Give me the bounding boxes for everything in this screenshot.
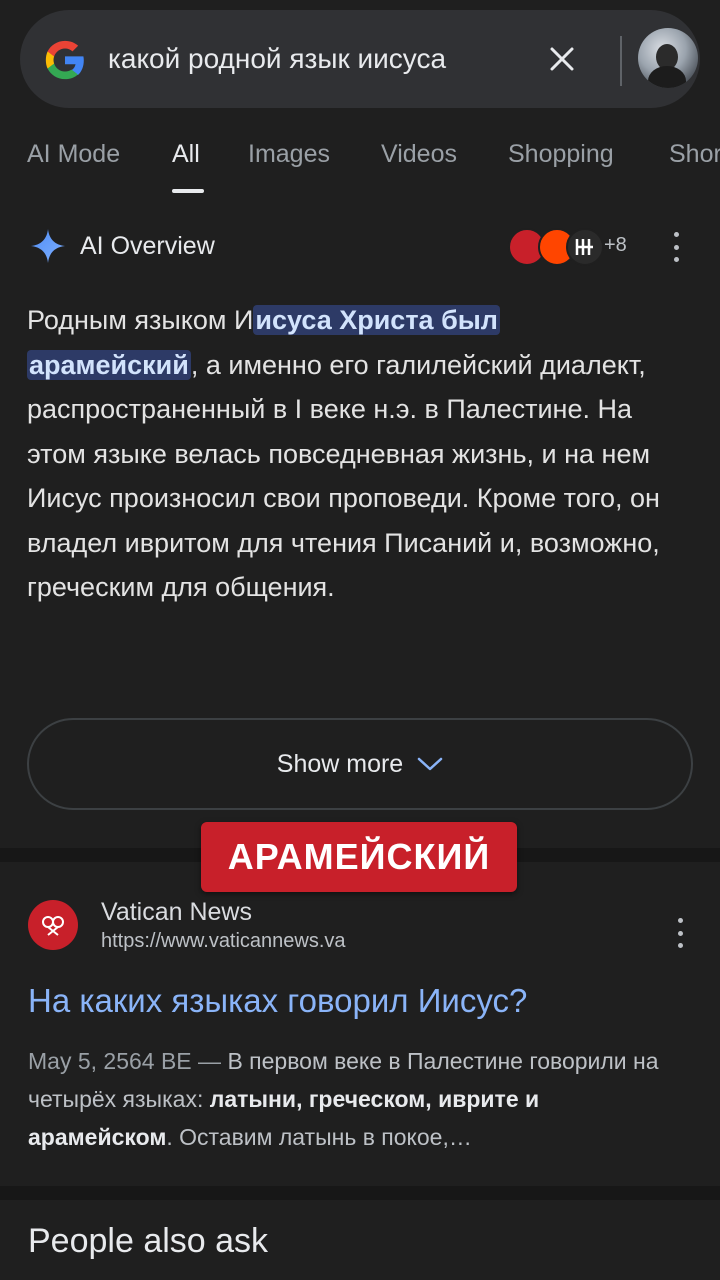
result-site-name[interactable]: Vatican News: [101, 898, 252, 927]
search-results-page: какой родной язык иисуса AI Mode All Ima…: [0, 0, 720, 1280]
snippet-part-2: . Оставим латынь в покое,…: [166, 1124, 472, 1150]
section-divider-2: [0, 1186, 720, 1200]
show-more-button[interactable]: Show more: [27, 718, 693, 810]
sparkle-icon: [31, 229, 65, 263]
tab-images[interactable]: Images: [248, 140, 330, 169]
ai-text-start: Родным языком И: [27, 305, 254, 335]
result-date: May 5, 2564 BE: [28, 1048, 192, 1074]
search-tabs: AI Mode All Images Videos Shopping Shor: [0, 130, 720, 200]
people-also-ask-heading: People also ask: [28, 1222, 269, 1260]
ai-overview-title: AI Overview: [80, 232, 215, 260]
ai-overview-header: AI Overview +8: [0, 220, 720, 276]
vatican-news-favicon[interactable]: [28, 900, 78, 950]
site-source-icon: [566, 228, 604, 266]
close-icon: [550, 47, 574, 71]
active-tab-indicator: [172, 189, 204, 193]
search-divider: [620, 36, 622, 86]
google-logo-icon[interactable]: [42, 37, 88, 83]
tab-shorts[interactable]: Shor: [669, 140, 720, 169]
result-snippet: May 5, 2564 BE — В первом веке в Палести…: [28, 1042, 668, 1156]
avatar[interactable]: [638, 28, 698, 88]
show-more-label: Show more: [276, 749, 404, 778]
clear-search-button[interactable]: [542, 39, 582, 79]
video-caption-overlay: АРАМЕЙСКИЙ: [201, 822, 517, 892]
text-fade-overlay: [0, 600, 720, 700]
result-title-link[interactable]: На каких языках говорил Иисус?: [28, 982, 527, 1020]
tab-videos[interactable]: Videos: [381, 140, 457, 169]
search-bar[interactable]: какой родной язык иисуса: [20, 10, 700, 108]
result-url[interactable]: https://www.vaticannews.va: [101, 930, 346, 953]
source-icons[interactable]: [508, 228, 608, 268]
tab-all[interactable]: All: [172, 140, 200, 169]
search-query[interactable]: какой родной язык иисуса: [108, 10, 446, 108]
result-menu-icon[interactable]: [675, 918, 685, 948]
snippet-dash: —: [191, 1048, 228, 1074]
tab-shopping[interactable]: Shopping: [508, 140, 614, 169]
ai-text-highlight-1: исуса Христа был: [253, 305, 500, 335]
ai-overview-text: Родным языком Иисуса Христа был арамейски…: [27, 298, 695, 610]
source-count[interactable]: +8: [604, 234, 627, 257]
ai-text-rest: , а именно его галилейский диалект, расп…: [27, 349, 660, 603]
chevron-down-icon: [417, 757, 443, 771]
vatican-emblem-icon: [42, 916, 64, 936]
ai-text-highlight-2: арамейский: [27, 349, 191, 380]
ai-overview-menu-icon[interactable]: [671, 232, 681, 262]
tab-ai-mode[interactable]: AI Mode: [27, 140, 120, 169]
